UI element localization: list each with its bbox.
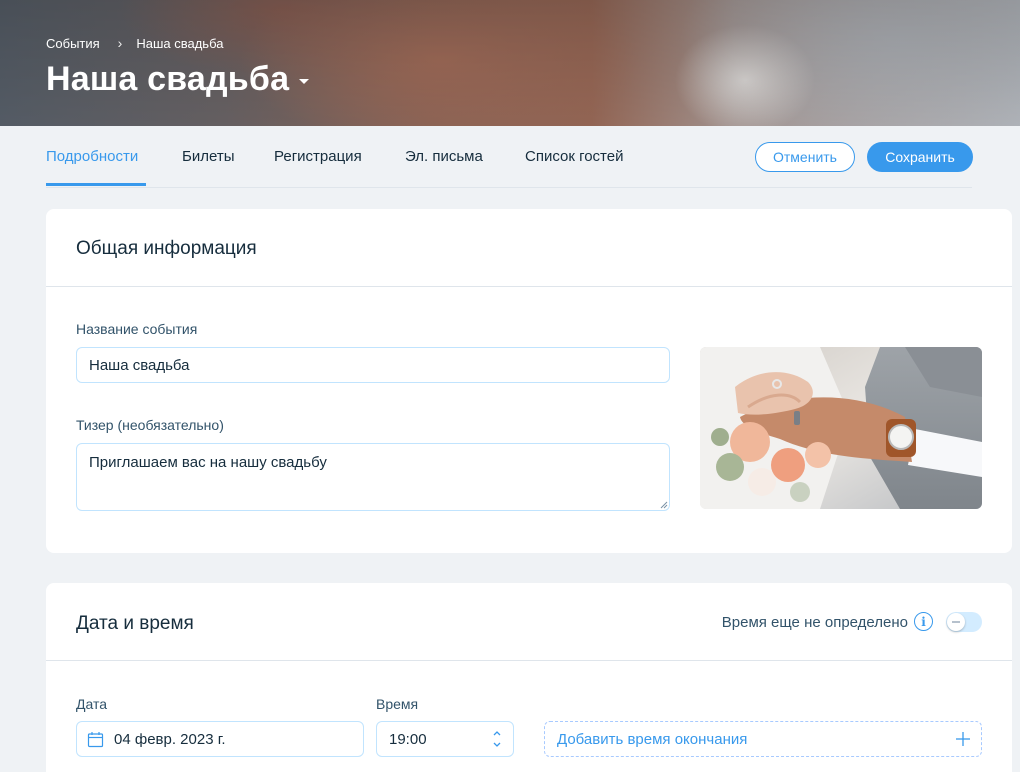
calendar-icon bbox=[87, 732, 104, 748]
breadcrumb-current: Наша свадьба bbox=[136, 35, 224, 51]
caret-down-icon[interactable] bbox=[299, 79, 310, 84]
cancel-button[interactable]: Отменить bbox=[755, 142, 855, 172]
date-time-card: Дата и время Время еще не определено i Д… bbox=[46, 583, 1012, 772]
tab-details[interactable]: Подробности bbox=[46, 148, 138, 165]
general-info-title: Общая информация bbox=[76, 238, 257, 259]
event-name-input[interactable] bbox=[76, 347, 670, 383]
add-end-time-button[interactable]: Добавить время окончания bbox=[544, 721, 982, 757]
info-icon[interactable]: i bbox=[914, 612, 933, 631]
tab-guest-list[interactable]: Список гостей bbox=[525, 148, 623, 165]
wedding-hands-photo bbox=[700, 347, 982, 509]
tab-tickets[interactable]: Билеты bbox=[182, 148, 234, 165]
active-tab-indicator bbox=[46, 183, 146, 186]
tab-bar: Подробности Билеты Регистрация Эл. письм… bbox=[46, 126, 973, 188]
time-label: Время bbox=[376, 696, 419, 712]
chevron-right-icon: › bbox=[117, 35, 123, 51]
event-cover-image[interactable] bbox=[700, 347, 982, 509]
time-value: 19:00 bbox=[389, 731, 427, 748]
breadcrumb-events-link[interactable]: События bbox=[46, 36, 100, 51]
teaser-field: Приглашаем вас на нашу свадьбу bbox=[76, 443, 670, 511]
time-picker-input[interactable]: 19:00 bbox=[376, 721, 514, 757]
date-value: 04 февр. 2023 г. bbox=[114, 731, 226, 748]
page-title[interactable]: Наша свадьба bbox=[46, 60, 310, 99]
add-end-time-label: Добавить время окончания bbox=[557, 731, 748, 748]
time-tbd-toggle[interactable] bbox=[946, 612, 982, 632]
resize-handle-icon[interactable] bbox=[660, 501, 668, 509]
date-time-title: Дата и время bbox=[76, 613, 194, 634]
time-tbd-label: Время еще не определено bbox=[721, 614, 908, 631]
teaser-label: Тизер (необязательно) bbox=[76, 417, 224, 433]
up-down-chevron-icon[interactable] bbox=[491, 727, 503, 751]
general-info-card: Общая информация Название события Тизер … bbox=[46, 209, 1012, 553]
event-header-banner: События › Наша свадьба Наша свадьба bbox=[0, 0, 1020, 126]
toggle-knob bbox=[947, 613, 965, 631]
date-picker-input[interactable]: 04 февр. 2023 г. bbox=[76, 721, 364, 757]
tab-registration[interactable]: Регистрация bbox=[274, 148, 362, 165]
tab-emails[interactable]: Эл. письма bbox=[405, 148, 483, 165]
breadcrumb: События › Наша свадьба bbox=[46, 35, 223, 51]
teaser-textarea[interactable]: Приглашаем вас на нашу свадьбу bbox=[76, 443, 670, 511]
date-label: Дата bbox=[76, 696, 108, 712]
plus-icon bbox=[956, 732, 970, 746]
card-header: Общая информация bbox=[46, 209, 1012, 287]
save-button[interactable]: Сохранить bbox=[867, 142, 973, 172]
event-name-label: Название события bbox=[76, 321, 198, 337]
card-header: Дата и время Время еще не определено i bbox=[46, 583, 1012, 661]
page-title-text: Наша свадьба bbox=[46, 60, 290, 98]
